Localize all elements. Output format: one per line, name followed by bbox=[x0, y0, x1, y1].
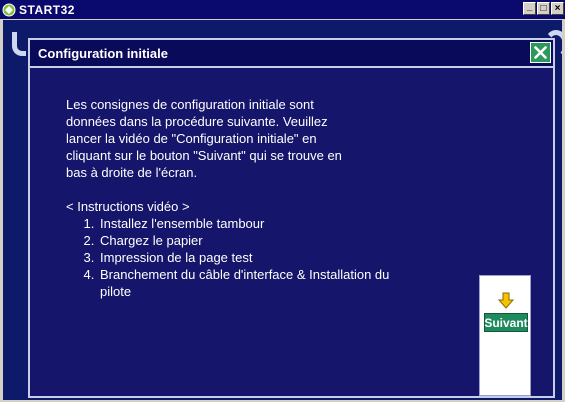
intro-line: bas à droite de l'écran. bbox=[66, 165, 198, 180]
intro-line: Les consignes de configuration initiale … bbox=[66, 97, 314, 112]
window-controls: _ □ × bbox=[523, 0, 565, 15]
intro-line: lancer la vidéo de "Configuration initia… bbox=[66, 131, 317, 146]
window-close-button[interactable]: × bbox=[551, 2, 564, 15]
background-logo bbox=[12, 32, 26, 56]
main-window: START32 _ □ × Configuration initiale Les… bbox=[0, 0, 565, 402]
intro-text: Les consignes de configuration initiale … bbox=[66, 96, 396, 181]
close-icon bbox=[534, 46, 547, 59]
maximize-icon: □ bbox=[540, 2, 547, 14]
configuration-dialog: Configuration initiale Les consignes de … bbox=[28, 38, 555, 398]
minimize-icon: _ bbox=[526, 0, 533, 12]
instructions-heading: < Instructions vidéo > bbox=[66, 199, 190, 214]
instruction-steps: Installez l'ensemble tambour Chargez le … bbox=[66, 215, 396, 300]
app-icon bbox=[2, 3, 16, 17]
step-item: Chargez le papier bbox=[98, 232, 396, 249]
dialog-header: Configuration initiale bbox=[30, 40, 553, 68]
app-client-area: Configuration initiale Les consignes de … bbox=[3, 20, 562, 400]
intro-line: cliquant sur le bouton "Suivant" qui se … bbox=[66, 148, 342, 163]
window-title: START32 bbox=[19, 2, 75, 17]
next-button[interactable]: Suivant bbox=[484, 313, 528, 332]
maximize-button[interactable]: □ bbox=[537, 2, 550, 15]
step-item: Impression de la page test bbox=[98, 249, 396, 266]
arrow-down-icon bbox=[497, 292, 515, 309]
dialog-title: Configuration initiale bbox=[38, 45, 168, 61]
step-item: Branchement du câble d'interface & Insta… bbox=[98, 266, 396, 300]
next-panel: Suivant bbox=[479, 275, 531, 396]
minimize-button[interactable]: _ bbox=[523, 0, 536, 15]
dialog-body: Les consignes de configuration initiale … bbox=[66, 96, 396, 300]
step-item: Installez l'ensemble tambour bbox=[98, 215, 396, 232]
intro-line: données dans la procédure suivante. Veui… bbox=[66, 114, 328, 129]
window-titlebar[interactable]: START32 _ □ × bbox=[0, 0, 565, 19]
window-close-icon: × bbox=[554, 2, 561, 14]
dialog-close-button[interactable] bbox=[530, 42, 551, 63]
